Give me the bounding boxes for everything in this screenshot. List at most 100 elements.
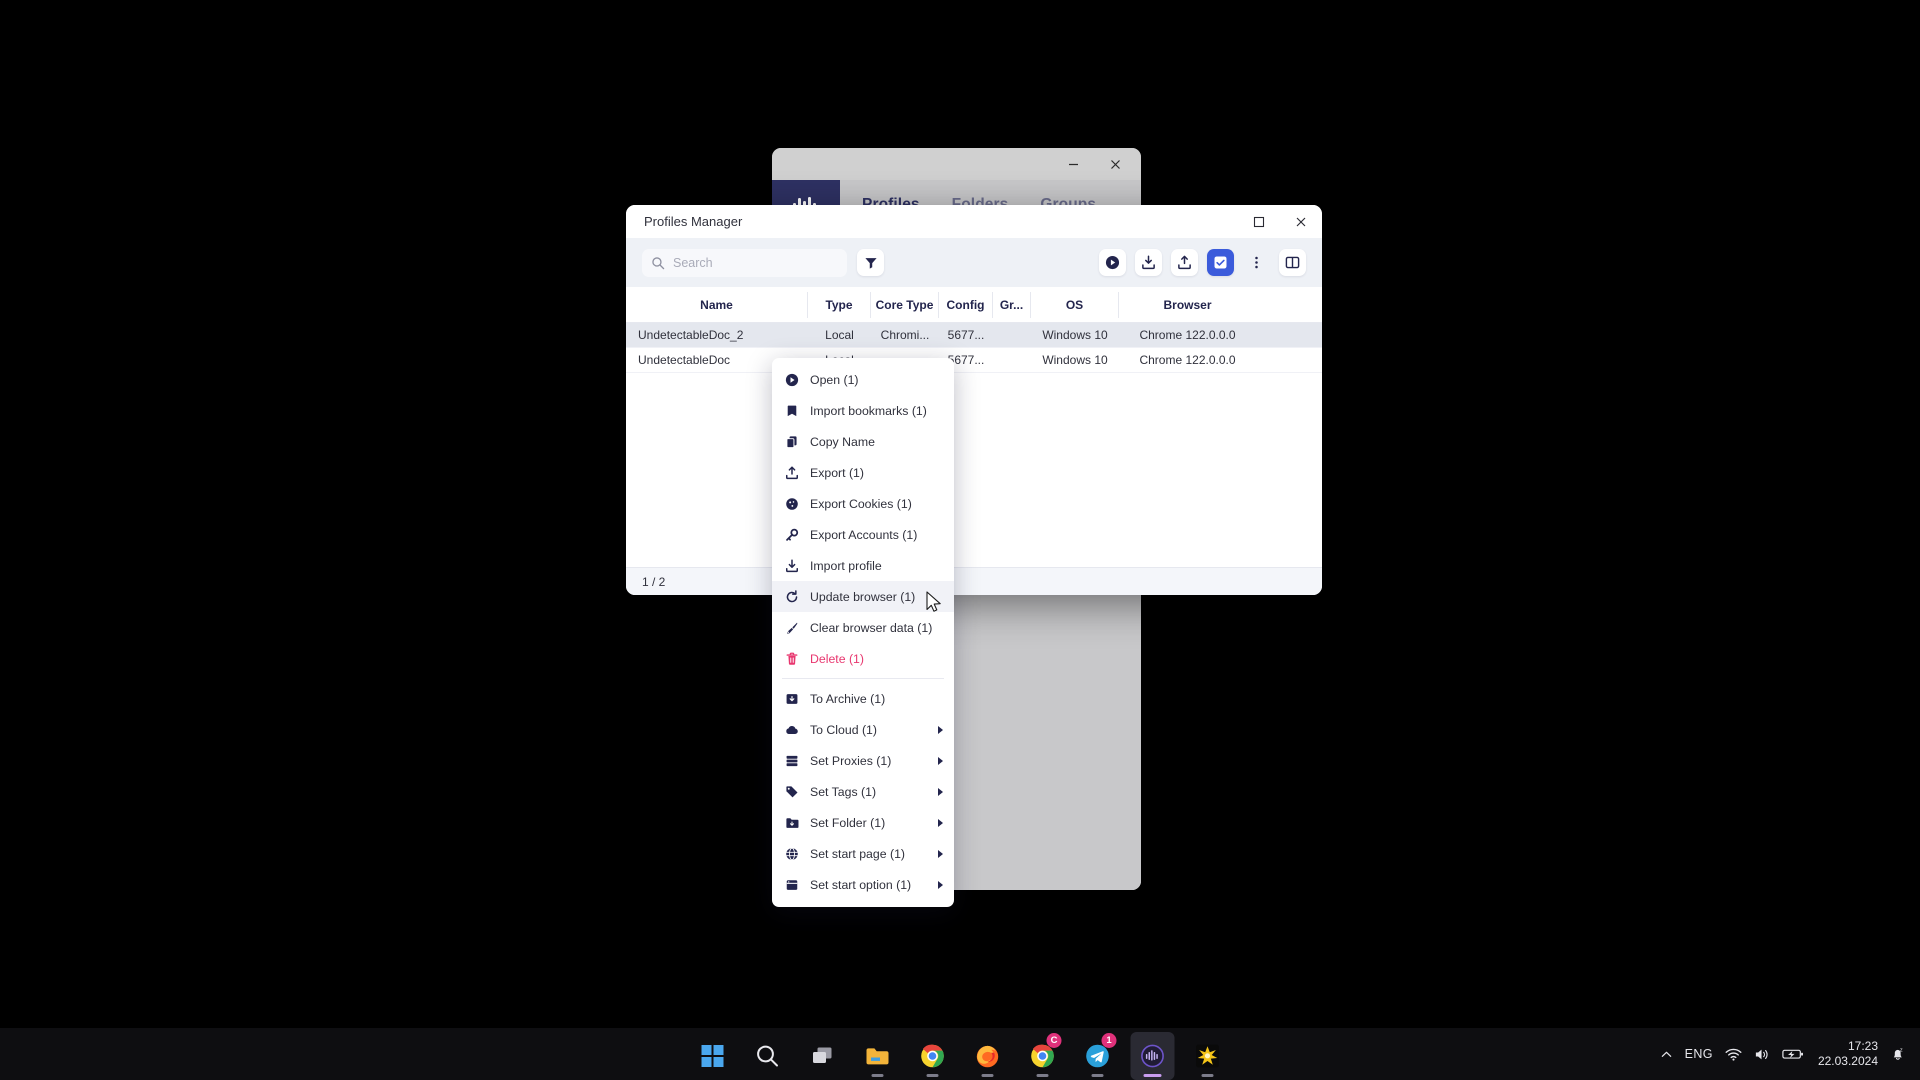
chevron-right-icon bbox=[938, 756, 943, 765]
menu-item-label: Set Tags (1) bbox=[810, 784, 877, 799]
battery-charging-icon[interactable] bbox=[1782, 1047, 1804, 1061]
start-button[interactable] bbox=[691, 1032, 735, 1080]
search-input[interactable] bbox=[642, 248, 847, 277]
profiles-table: Name Type Core Type Config Gr... OS Brow… bbox=[626, 287, 1322, 567]
menu-item-set-proxies[interactable]: Set Proxies (1) bbox=[772, 745, 954, 776]
task-view-button[interactable] bbox=[801, 1032, 845, 1080]
svg-text:z: z bbox=[1900, 1048, 1903, 1054]
column-header-browser[interactable]: Browser bbox=[1119, 292, 1256, 318]
active-indicator bbox=[1143, 1074, 1162, 1077]
column-header-os[interactable]: OS bbox=[1031, 291, 1119, 318]
menu-item-label: Export Accounts (1) bbox=[810, 527, 918, 542]
menu-item-export[interactable]: Export (1) bbox=[772, 457, 954, 488]
menu-item-label: Open (1) bbox=[810, 372, 859, 387]
upload-tray-icon bbox=[784, 465, 799, 480]
menu-item-set-tags[interactable]: Set Tags (1) bbox=[772, 776, 954, 807]
chrome-canary-button[interactable]: C bbox=[1021, 1032, 1065, 1080]
menu-item-set-folder[interactable]: Set Folder (1) bbox=[772, 807, 954, 838]
bell-sleep-icon[interactable]: z bbox=[1890, 1046, 1906, 1062]
columns-button[interactable] bbox=[1279, 249, 1306, 276]
column-header-group[interactable]: Gr... bbox=[993, 291, 1031, 318]
telegram-button[interactable]: 1 bbox=[1076, 1032, 1120, 1080]
volume-icon[interactable] bbox=[1754, 1047, 1770, 1062]
running-indicator bbox=[1201, 1074, 1214, 1077]
play-circle-icon bbox=[1105, 255, 1120, 270]
firefox-button[interactable] bbox=[966, 1032, 1010, 1080]
trash-icon bbox=[784, 651, 799, 666]
menu-item-to-archive[interactable]: To Archive (1) bbox=[772, 683, 954, 714]
export-button[interactable] bbox=[1171, 249, 1198, 276]
table-row[interactable]: UndetectableDoc_2 Local Chromi... 5677..… bbox=[626, 323, 1322, 348]
profiles-manager-window[interactable]: Profiles Manager Search Name Type Core T… bbox=[626, 205, 1322, 595]
menu-item-delete[interactable]: Delete (1) bbox=[772, 643, 954, 674]
bg-close-button[interactable] bbox=[1095, 149, 1135, 179]
menu-item-set-start-page[interactable]: Set start page (1) bbox=[772, 838, 954, 869]
column-header-coretype[interactable]: Core Type bbox=[871, 291, 939, 318]
table-row[interactable]: UndetectableDoc Local ... 5677... Window… bbox=[626, 348, 1322, 373]
tag-icon bbox=[784, 784, 799, 799]
search-button[interactable] bbox=[746, 1032, 790, 1080]
folder-icon bbox=[784, 815, 799, 830]
menu-item-label: Export Cookies (1) bbox=[810, 496, 912, 511]
context-menu[interactable]: Open (1) Import bookmarks (1) Copy Name bbox=[772, 358, 954, 907]
menu-item-label: Import bookmarks (1) bbox=[810, 403, 927, 418]
menu-item-set-start-option[interactable]: Set start option (1) bbox=[772, 869, 954, 900]
file-explorer-button[interactable] bbox=[856, 1032, 900, 1080]
taskbar: C 1 ENG 17:23 22.03.2024 z bbox=[0, 1028, 1920, 1080]
play-circle-icon bbox=[784, 372, 799, 387]
undetectable-browser-button[interactable] bbox=[1130, 1032, 1175, 1080]
undetectable-logo-icon bbox=[1141, 1044, 1164, 1068]
menu-item-import-profile[interactable]: Import profile bbox=[772, 550, 954, 581]
menu-item-copy-name[interactable]: Copy Name bbox=[772, 426, 954, 457]
chrome-icon bbox=[921, 1044, 944, 1068]
menu-item-update-browser[interactable]: Update browser (1) bbox=[772, 581, 954, 612]
menu-item-open[interactable]: Open (1) bbox=[772, 364, 954, 395]
cell-coretype: Chromi... bbox=[880, 328, 930, 342]
close-icon[interactable] bbox=[1280, 205, 1322, 238]
clock[interactable]: 17:23 22.03.2024 bbox=[1818, 1039, 1878, 1069]
background-window-titlebar bbox=[772, 148, 1141, 180]
import-button[interactable] bbox=[1135, 249, 1162, 276]
checkbox-checked-icon bbox=[1214, 256, 1227, 269]
cell-os: Windows 10 bbox=[1042, 328, 1108, 342]
running-indicator bbox=[981, 1074, 994, 1077]
column-header-type[interactable]: Type bbox=[808, 291, 871, 318]
menu-item-label: Set Folder (1) bbox=[810, 815, 886, 830]
folder-icon bbox=[866, 1048, 889, 1065]
column-header-config[interactable]: Config bbox=[939, 291, 993, 318]
filter-button[interactable] bbox=[857, 249, 884, 276]
bg-minimize-button[interactable] bbox=[1053, 149, 1093, 179]
language-indicator[interactable]: ENG bbox=[1685, 1047, 1713, 1061]
menu-item-label: Copy Name bbox=[810, 434, 875, 449]
maximize-icon[interactable] bbox=[1238, 205, 1280, 238]
run-button[interactable] bbox=[1099, 249, 1126, 276]
bookmark-icon bbox=[784, 403, 799, 418]
desktop: Profiles Folders Groups Profiles Manager bbox=[0, 0, 1920, 1080]
system-tray: ENG 17:23 22.03.2024 z bbox=[1660, 1028, 1920, 1080]
menu-item-clear-browser-data[interactable]: Clear browser data (1) bbox=[772, 612, 954, 643]
clock-date: 22.03.2024 bbox=[1817, 1054, 1878, 1068]
download-tray-icon bbox=[784, 558, 799, 573]
running-indicator bbox=[1091, 1074, 1104, 1077]
menu-item-import-bookmarks[interactable]: Import bookmarks (1) bbox=[772, 395, 954, 426]
chevron-up-icon[interactable] bbox=[1660, 1048, 1673, 1061]
globe-icon bbox=[784, 846, 799, 861]
column-header-name[interactable]: Name bbox=[626, 291, 808, 318]
more-options-button[interactable] bbox=[1243, 249, 1270, 276]
windows-logo-icon bbox=[701, 1045, 724, 1067]
star-app-button[interactable] bbox=[1186, 1032, 1230, 1080]
cell-type: Local bbox=[825, 328, 854, 342]
search-icon bbox=[757, 1045, 778, 1067]
window-icon bbox=[784, 877, 799, 892]
menu-item-to-cloud[interactable]: To Cloud (1) bbox=[772, 714, 954, 745]
menu-item-export-accounts[interactable]: Export Accounts (1) bbox=[772, 519, 954, 550]
running-indicator bbox=[871, 1074, 884, 1077]
download-tray-icon bbox=[1142, 255, 1155, 270]
clock-time: 17:23 bbox=[1847, 1039, 1878, 1053]
task-view-icon bbox=[813, 1047, 832, 1063]
chrome-button[interactable] bbox=[911, 1032, 955, 1080]
wifi-icon[interactable] bbox=[1725, 1047, 1742, 1062]
select-all-button[interactable] bbox=[1207, 249, 1234, 276]
menu-item-export-cookies[interactable]: Export Cookies (1) bbox=[772, 488, 954, 519]
menu-item-label: Clear browser data (1) bbox=[810, 620, 933, 635]
